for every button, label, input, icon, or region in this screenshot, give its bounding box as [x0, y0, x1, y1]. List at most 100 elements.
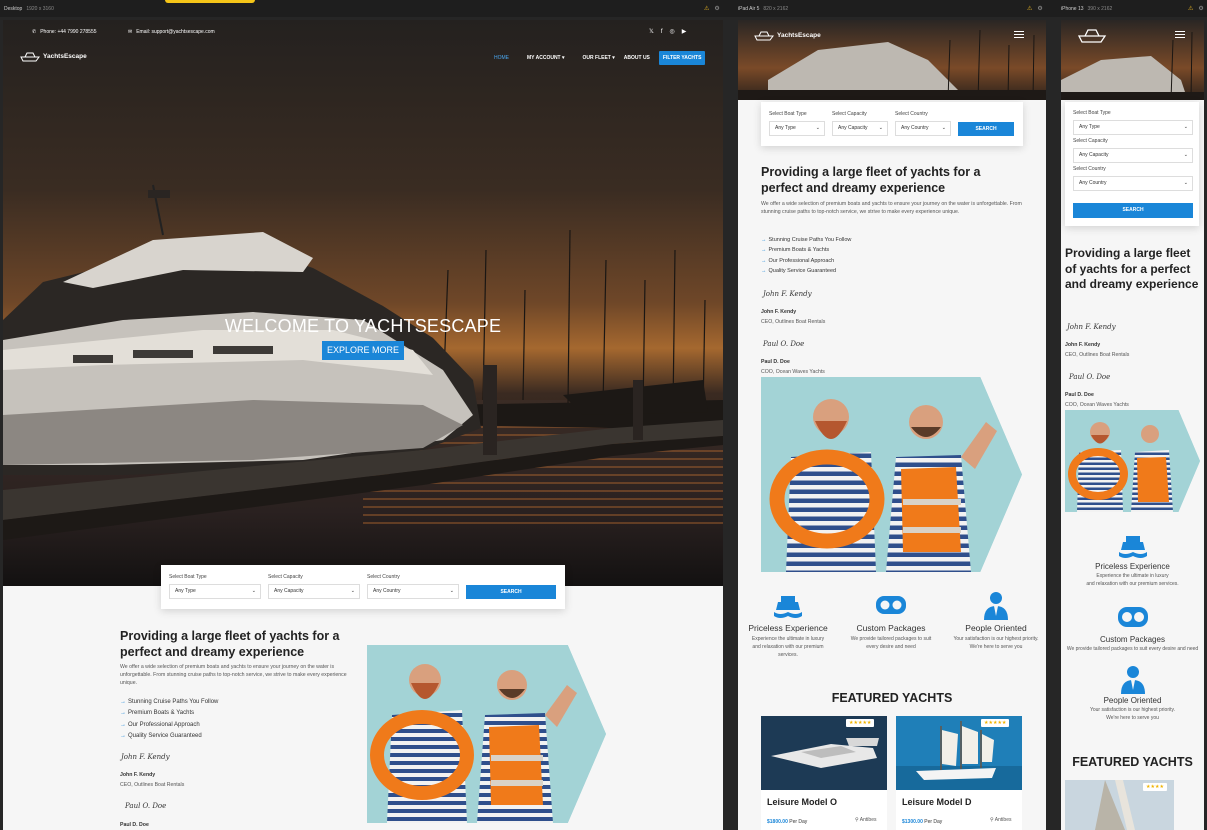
yacht-name: Leisure Model D [902, 797, 972, 807]
featured-yachts-title: FEATURED YACHTS [1072, 755, 1193, 769]
crew-illustration [1065, 410, 1200, 512]
search-button[interactable]: SEARCH [1073, 203, 1193, 218]
chevron-down-icon: ⌄ [815, 125, 820, 131]
device-label-iphone[interactable]: iPhone 13 390 x 2162 [1061, 6, 1112, 12]
yacht-card[interactable]: ★★★★ [1065, 780, 1174, 830]
capacity-select[interactable]: Any Capacity ⌄ [268, 584, 360, 599]
list-item: → Our Professional Approach [761, 257, 835, 264]
capacity-select[interactable]: Any Capacity ⌄ [832, 121, 888, 136]
crew-photo [761, 377, 1022, 572]
signature: John F. Kendy [121, 753, 170, 761]
person-role: CEO, Outlines Boat Rentals [1065, 352, 1130, 358]
country-select[interactable]: Any Country ⌄ [367, 584, 459, 599]
list-item: → Stunning Cruise Paths You Follow [761, 237, 852, 243]
preview-toolbar: Desktop 1920 x 3160 ⚠ ⚙ iPad Air 5 820 x 21… [0, 0, 1207, 17]
yacht-card[interactable]: ★★★★★ Leisure Model D $1300.00 Per Day ⚲… [896, 716, 1022, 830]
boat-type-label: Select Boat Type [1073, 110, 1111, 116]
arrow-right-icon: → [761, 247, 767, 254]
instagram-icon[interactable]: ◎ [670, 29, 675, 35]
menu-about-us[interactable]: ABOUT US [624, 55, 650, 61]
hero-yacht-image [3, 184, 723, 540]
device-size: 1920 x 3160 [26, 6, 54, 12]
capacity-label: Select Capacity [832, 111, 867, 117]
warning-icon[interactable]: ⚠ [704, 6, 709, 12]
rating-stars: ★★★★★ [981, 719, 1010, 727]
iphone-device-controls: ⚠ ⚙ [1188, 5, 1204, 12]
vr-goggles-icon [1117, 607, 1148, 627]
brand-name: YachtsEscape [43, 52, 87, 60]
location-pin-icon: ⚲ [855, 817, 859, 823]
youtube-icon[interactable]: ▶ [682, 29, 687, 35]
location-pin-icon: ⚲ [990, 817, 994, 823]
chevron-down-icon: ⌄ [350, 588, 355, 594]
person-name: John F. Kendy [761, 309, 797, 315]
capacity-label: Select Capacity [268, 574, 303, 580]
settings-icon[interactable]: ⚙ [1037, 6, 1042, 12]
capacity-select[interactable]: Any Capacity ⌄ [1073, 148, 1193, 163]
settings-icon[interactable]: ⚙ [714, 6, 719, 12]
explore-more-button[interactable]: EXPLORE MORE [322, 341, 404, 360]
arrow-right-icon: → [761, 257, 767, 264]
arrow-right-icon: → [120, 710, 126, 717]
device-size: 390 x 2162 [1087, 6, 1113, 12]
site-logo[interactable] [1077, 26, 1107, 44]
country-select[interactable]: Any Country ⌄ [895, 121, 951, 136]
warning-icon[interactable]: ⚠ [1188, 6, 1193, 12]
feature-custom-packages: Custom Packages We provide tailored pack… [841, 590, 941, 651]
search-form: Select Boat Type Any Type ⌄ Select Capaci… [161, 565, 565, 609]
settings-icon[interactable]: ⚙ [1198, 6, 1203, 12]
yacht-logo-icon [20, 52, 40, 62]
main-menu: HOME MY ACCOUNT ▾ OUR FLEET ▾ ABOUT US FILTE… [485, 51, 706, 65]
menu-home[interactable]: HOME [494, 55, 509, 61]
header-email[interactable]: ✉ Email: support@yachtsescape.com [128, 29, 215, 35]
hero-section: ✆ Phone: +44 7990 278555 ✉ Email: support@… [3, 20, 723, 586]
header-phone[interactable]: ✆ Phone: +44 7990 278555 [32, 29, 97, 35]
crew-illustration [761, 377, 1022, 572]
hamburger-menu-icon[interactable] [1175, 31, 1185, 40]
country-select[interactable]: Any Country ⌄ [1073, 176, 1193, 191]
search-button[interactable]: SEARCH [958, 122, 1014, 136]
filter-yachts-button[interactable]: FILTER YACHTS [658, 51, 706, 65]
twitter-icon[interactable]: 𝕏 [649, 29, 654, 35]
boat-type-select[interactable]: Any Type ⌄ [169, 584, 261, 599]
signature: John F. Kendy [1067, 323, 1116, 331]
facebook-icon[interactable]: f [661, 29, 663, 35]
chevron-down-icon: ⌄ [449, 588, 454, 594]
feature-priceless-experience: Priceless Experience Experience the ulti… [738, 590, 838, 659]
person-icon [1120, 666, 1145, 694]
feature-people-oriented: People Oriented Your satisfaction is our… [1061, 664, 1204, 722]
person-name: John F. Kendy [1065, 342, 1101, 348]
boat-type-select[interactable]: Any Type ⌄ [769, 121, 825, 136]
crew-photo [1065, 410, 1200, 512]
device-name: Desktop [4, 6, 23, 12]
ipad-preview: YachtsEscape Select Boat Type Any Type ⌄ … [738, 20, 1046, 830]
arrow-right-icon: → [120, 699, 126, 705]
search-form: Select Boat Type Any Type ⌄ Select Capaci… [761, 102, 1023, 146]
country-label: Select Country [367, 574, 400, 580]
person-role: COO, Ocean Waves Yachts [761, 369, 825, 375]
crew-photo [367, 645, 606, 823]
hero-title: WELCOME TO YACHTSESCAPE [224, 316, 502, 336]
boat-type-select[interactable]: Any Type ⌄ [1073, 120, 1193, 135]
device-label-desktop[interactable]: Desktop 1920 x 3160 [4, 6, 54, 12]
brand-name: YachtsEscape [777, 31, 821, 39]
device-size: 820 x 2162 [763, 6, 789, 12]
yacht-name: Leisure Model O [767, 797, 838, 807]
yacht-logo-icon [1077, 29, 1107, 43]
person-name: Paul D. Doe [1065, 392, 1094, 398]
yacht-photo [896, 716, 1022, 790]
search-button[interactable]: SEARCH [466, 585, 556, 599]
hamburger-menu-icon[interactable] [1014, 31, 1024, 40]
about-bullets: → Stunning Cruise Paths You Follow → Premi… [120, 697, 218, 743]
chevron-down-icon: ⌄ [1183, 180, 1188, 186]
site-logo[interactable]: YachtsEscape [20, 50, 87, 62]
device-label-ipad[interactable]: iPad Air 5 820 x 2162 [738, 6, 788, 12]
warning-icon[interactable]: ⚠ [1027, 6, 1032, 12]
menu-my-account[interactable]: MY ACCOUNT ▾ [518, 55, 565, 61]
signature: Paul O. Doe [763, 340, 805, 348]
site-logo[interactable]: YachtsEscape [754, 29, 821, 41]
list-item: → Quality Service Guaranteed [120, 733, 202, 740]
menu-our-fleet[interactable]: OUR FLEET ▾ [574, 55, 615, 61]
ipad-device-controls: ⚠ ⚙ [1027, 5, 1043, 12]
yacht-card[interactable]: ★★★★★ Leisure Model O $1800.00 Per Day ⚲… [761, 716, 887, 830]
